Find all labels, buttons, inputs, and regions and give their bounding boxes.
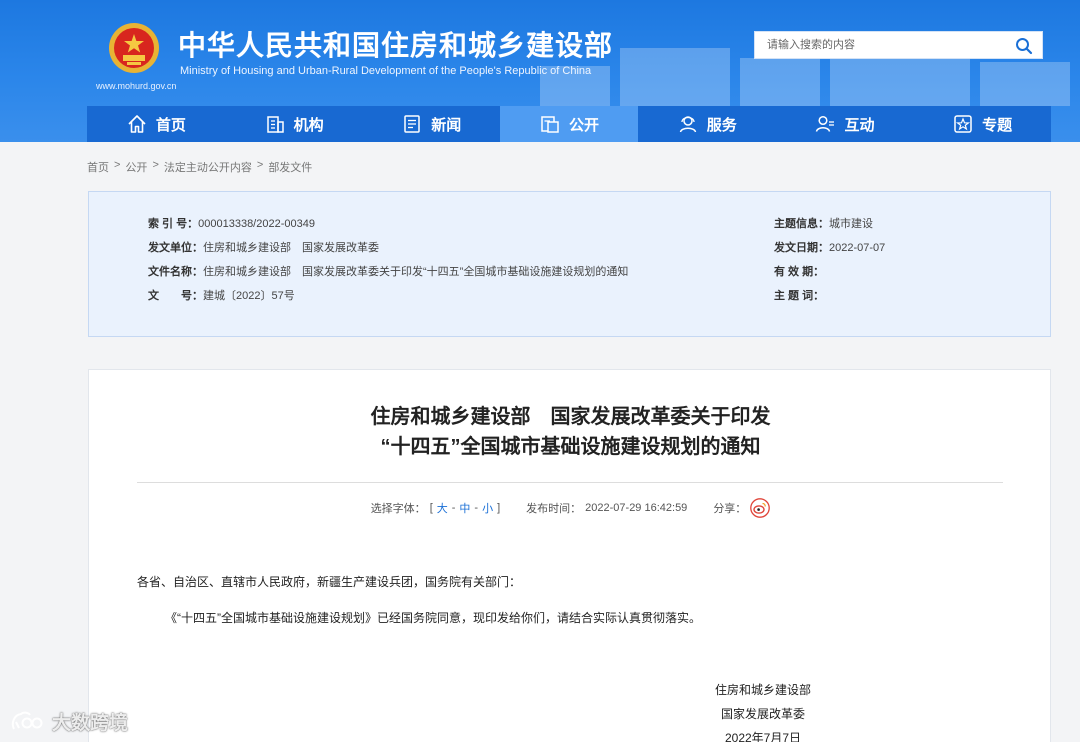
font-size-separator: - (474, 502, 479, 514)
article-meta-bar: 选择字体： [ 大 - 中 - 小 ] 发布时间： 2022-07-29 16:… (89, 498, 1052, 518)
metadata-row-document-name: 文件名称：住房和城乡建设部 国家发展改革委关于印发“十四五”全国城市基础设施建设… (148, 263, 628, 287)
font-size-small-button[interactable]: 小 (482, 500, 493, 516)
building-icon (266, 116, 284, 133)
breadcrumb-item-ministry-documents[interactable]: 部发文件 (268, 159, 312, 175)
breadcrumb: 首页 > 公开 > 法定主动公开内容 > 部发文件 (87, 159, 312, 175)
metadata-row-document-number: 文 号：建城〔2022〕57号 (148, 287, 628, 311)
nav-item-label: 新闻 (431, 116, 462, 134)
metadata-label: 索 引 号： (148, 218, 199, 230)
breadcrumb-item-disclosure[interactable]: 公开 (125, 159, 147, 175)
metadata-row-topic: 主题信息：城市建设 (774, 215, 885, 239)
nav-item-news[interactable]: 新闻 (362, 106, 500, 142)
metadata-label: 主题信息： (774, 218, 829, 230)
font-size-bracket: ] (497, 502, 501, 514)
metadata-row-validity: 有 效 期： (774, 263, 885, 287)
nav-item-label: 机构 (293, 116, 324, 134)
share-label: 分享： (713, 503, 747, 515)
search-icon[interactable] (1014, 36, 1034, 56)
nav-item-label: 互动 (844, 116, 875, 134)
metadata-value: 住房和城乡建设部 国家发展改革委关于印发“十四五”全国城市基础设施建设规划的通知 (203, 266, 629, 278)
metadata-label: 文 号： (148, 290, 203, 302)
home-icon (128, 115, 146, 133)
font-size-separator: - (451, 502, 456, 514)
article-signature: 住房和城乡建设部 国家发展改革委 2022年7月7日 (715, 678, 811, 742)
search-input[interactable] (755, 32, 1005, 58)
watermark: 大数跨境 (10, 708, 128, 735)
interaction-user-icon (816, 115, 835, 132)
breadcrumb-separator: > (256, 159, 264, 171)
breadcrumb-item-home[interactable]: 首页 (87, 159, 109, 175)
metadata-value: 建城〔2022〕57号 (203, 290, 295, 302)
breadcrumb-separator: > (152, 159, 159, 171)
service-user-icon (679, 116, 696, 133)
nav-item-label: 公开 (569, 116, 600, 134)
weibo-icon[interactable] (750, 498, 771, 518)
nav-item-organization[interactable]: 机构 (225, 106, 363, 142)
nav-item-disclosure[interactable]: 公开 (500, 106, 638, 142)
article-title: 住房和城乡建设部 国家发展改革委关于印发 “十四五”全国城市基础设施建设规划的通… (89, 402, 1052, 462)
main-nav: 首页 机构 新闻 公开 服务 互动 专题 (87, 106, 1051, 142)
nav-item-label: 首页 (155, 116, 186, 134)
title-divider (137, 482, 1003, 483)
news-document-icon (404, 115, 421, 133)
article-card: 住房和城乡建设部 国家发展改革委关于印发 “十四五”全国城市基础设施建设规划的通… (88, 369, 1051, 742)
metadata-value: 城市建设 (829, 218, 873, 230)
watermark-text: 大数跨境 (52, 713, 129, 734)
metadata-label: 发文日期： (774, 242, 829, 254)
metadata-value: 住房和城乡建设部 国家发展改革委 (203, 242, 379, 254)
publish-time-label: 发布时间： (526, 503, 582, 515)
publish-time-value: 2022-07-29 16:42:59 (585, 502, 688, 514)
nav-item-special-topics[interactable]: 专题 (913, 106, 1051, 142)
article-salutation: 各省、自治区、直辖市人民政府，新疆生产建设兵团，国务院有关部门： (137, 575, 522, 589)
nav-item-label: 专题 (982, 116, 1013, 134)
metadata-label: 有 效 期： (774, 266, 825, 278)
nav-item-home[interactable]: 首页 (87, 106, 225, 142)
article-title-line: “十四五”全国城市基础设施建设规划的通知 (380, 436, 761, 458)
site-title-english: Ministry of Housing and Urban-Rural Deve… (180, 65, 592, 77)
metadata-left-column: 索 引 号：000013338/2022-00349 发文单位：住房和城乡建设部… (148, 215, 628, 311)
disclosure-icon (541, 116, 559, 133)
metadata-label: 发文单位： (148, 242, 203, 254)
nav-item-label: 服务 (706, 116, 737, 134)
signature-line: 2022年7月7日 (724, 731, 802, 742)
breadcrumb-item-statutory-disclosure[interactable]: 法定主动公开内容 (164, 159, 252, 175)
metadata-row-keywords: 主 题 词： (774, 287, 885, 311)
metadata-row-index-number: 索 引 号：000013338/2022-00349 (148, 215, 628, 239)
font-size-bracket: [ (429, 502, 433, 514)
metadata-value: 000013338/2022-00349 (198, 218, 315, 230)
site-title-chinese: 中华人民共和国住房和城乡建设部 (178, 30, 614, 61)
nav-item-interaction[interactable]: 互动 (776, 106, 914, 142)
metadata-right-column: 主题信息：城市建设 发文日期：2022-07-07 有 效 期： 主 题 词： (774, 215, 885, 311)
site-url: www.mohurd.gov.cn (96, 81, 177, 91)
nav-item-service[interactable]: 服务 (638, 106, 776, 142)
metadata-label: 文件名称： (148, 266, 203, 278)
font-size-large-button[interactable]: 大 (437, 500, 448, 516)
watermark-logo-icon (11, 711, 43, 729)
article-paragraph: 《“十四五”全国城市基础设施建设规划》已经国务院同意，现印发给你们，请结合实际认… (165, 611, 701, 625)
document-metadata-panel: 索 引 号：000013338/2022-00349 发文单位：住房和城乡建设部… (88, 191, 1051, 337)
signature-line: 住房和城乡建设部 (715, 683, 812, 697)
article-title-line: 住房和城乡建设部 国家发展改革委关于印发 (370, 406, 771, 428)
metadata-row-issue-date: 发文日期：2022-07-07 (774, 239, 885, 263)
font-size-label: 选择字体： (370, 503, 426, 515)
metadata-label: 主 题 词： (774, 290, 825, 302)
article-body: 各省、自治区、直辖市人民政府，新疆生产建设兵团，国务院有关部门： 《“十四五”全… (137, 573, 997, 627)
search-box (754, 31, 1043, 59)
font-size-medium-button[interactable]: 中 (459, 500, 470, 516)
signature-line: 国家发展改革委 (721, 707, 806, 721)
star-badge-icon (954, 115, 972, 133)
breadcrumb-separator: > (114, 159, 121, 171)
metadata-value: 2022-07-07 (829, 242, 886, 254)
national-emblem-icon (109, 23, 159, 73)
metadata-row-issuing-unit: 发文单位：住房和城乡建设部 国家发展改革委 (148, 239, 628, 263)
